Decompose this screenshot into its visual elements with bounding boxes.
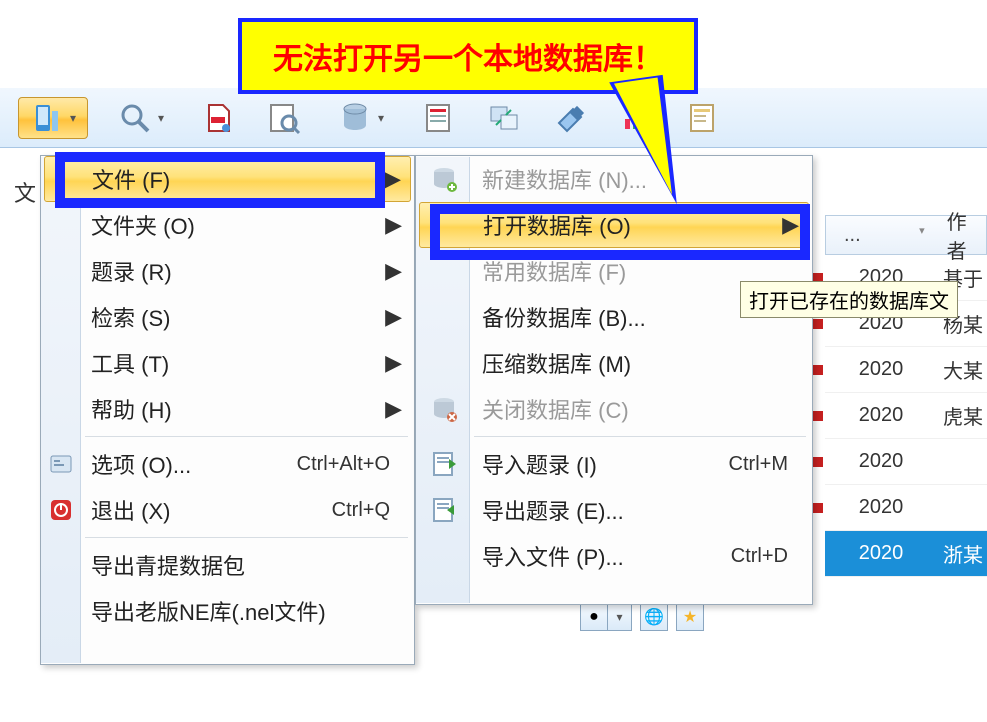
column-year[interactable]: ... <box>826 224 937 247</box>
toolbar <box>0 88 987 148</box>
db-close-icon <box>430 395 458 423</box>
submenu-open-db[interactable]: 打开数据库 (O)▶ <box>419 202 809 248</box>
file-submenu: 新建数据库 (N)... 打开数据库 (O)▶ 常用数据库 (F) 备份数据库 … <box>415 155 813 605</box>
menu-tools[interactable]: 工具 (T)▶ <box>41 340 414 386</box>
main-menu: 文件 (F)▶ 文件夹 (O)▶ 题录 (R)▶ 检索 (S)▶ 工具 (T)▶… <box>40 155 415 665</box>
menu-help[interactable]: 帮助 (H)▶ <box>41 386 414 432</box>
app-button[interactable] <box>18 97 88 139</box>
search-view-button[interactable] <box>106 97 176 139</box>
db-new-icon <box>430 165 458 193</box>
menu-file[interactable]: 文件 (F)▶ <box>44 156 411 202</box>
power-icon <box>49 498 73 522</box>
submenu-compress-db[interactable]: 压缩数据库 (M) <box>416 340 812 386</box>
list-button[interactable] <box>414 97 462 139</box>
sync-button[interactable] <box>480 97 528 139</box>
menu-folder[interactable]: 文件夹 (O)▶ <box>41 202 414 248</box>
panel-label: 文 <box>14 176 36 208</box>
submenu-export-records[interactable]: 导出题录 (E)... <box>416 487 812 533</box>
table-header[interactable]: ... 作者 <box>825 215 987 255</box>
globe-icon[interactable]: 🌐 <box>640 603 668 631</box>
export-icon <box>430 496 458 524</box>
menu-exit[interactable]: 退出 (X)Ctrl+Q <box>41 487 414 533</box>
menu-record[interactable]: 题录 (R)▶ <box>41 248 414 294</box>
annotation-callout: 无法打开另一个本地数据库！ <box>238 18 698 94</box>
bullet-icon[interactable]: ● <box>580 603 608 631</box>
database-button[interactable] <box>326 97 396 139</box>
menu-export-nel[interactable]: 导出老版NE库(.nel文件) <box>41 588 414 634</box>
table-row[interactable]: 2020虎某 <box>825 393 987 439</box>
table-row[interactable]: 2020 <box>825 439 987 485</box>
table-row-selected[interactable]: 2020浙某 <box>825 531 987 577</box>
pdf-button[interactable] <box>194 97 242 139</box>
row-action-icons: ● ▾ 🌐 ★ <box>580 600 704 634</box>
star-icon[interactable]: ★ <box>676 603 704 631</box>
eraser-button[interactable] <box>546 97 594 139</box>
options-icon <box>49 452 73 476</box>
report-button[interactable] <box>678 97 726 139</box>
menu-options[interactable]: 选项 (O)...Ctrl+Alt+O <box>41 441 414 487</box>
menu-search[interactable]: 检索 (S)▶ <box>41 294 414 340</box>
table-row[interactable]: 2020 <box>825 485 987 531</box>
submenu-import-file[interactable]: 导入文件 (P)...Ctrl+D <box>416 533 812 579</box>
preview-button[interactable] <box>260 97 308 139</box>
submenu-import-records[interactable]: 导入题录 (I)Ctrl+M <box>416 441 812 487</box>
results-table: ... 作者 2020基于 2020杨某 2020大某 2020虎某 2020 … <box>825 215 987 577</box>
dropdown-icon[interactable]: ▾ <box>608 603 632 631</box>
tooltip-open-db: 打开已存在的数据库文 <box>740 281 958 318</box>
submenu-new-db[interactable]: 新建数据库 (N)... <box>416 156 812 202</box>
menu-export-qingti[interactable]: 导出青提数据包 <box>41 542 414 588</box>
table-row[interactable]: 2020大某 <box>825 347 987 393</box>
import-icon <box>430 450 458 478</box>
submenu-close-db[interactable]: 关闭数据库 (C) <box>416 386 812 432</box>
